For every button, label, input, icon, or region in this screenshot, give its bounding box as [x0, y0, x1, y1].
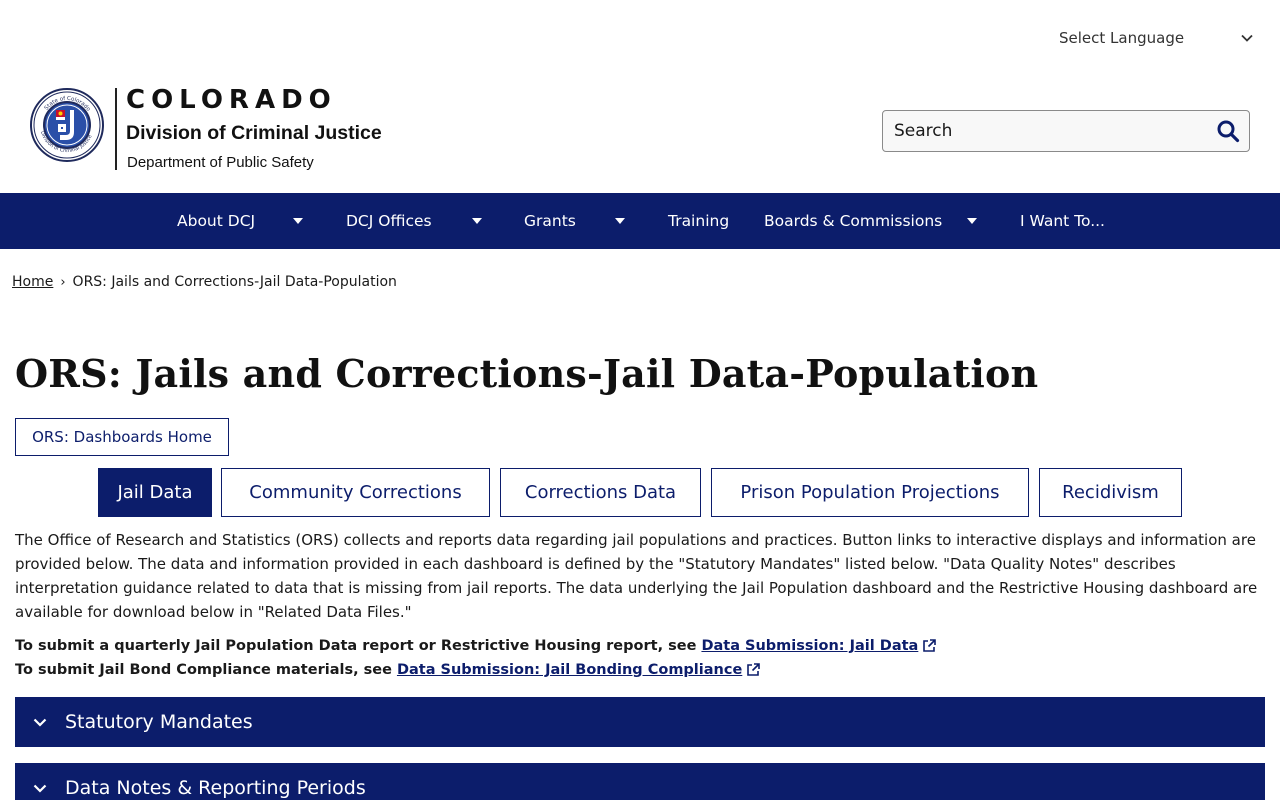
search-input[interactable] — [883, 112, 1203, 150]
tab-jail-data[interactable]: Jail Data — [98, 468, 212, 517]
search-icon[interactable] — [1216, 119, 1240, 143]
logo-state-name: COLORADO — [126, 85, 337, 115]
language-label: Select Language — [1059, 29, 1185, 47]
accordion-title: Data Notes & Reporting Periods — [65, 777, 366, 799]
chevron-down-icon — [15, 697, 65, 747]
submit-jail-data-text: To submit a quarterly Jail Population Da… — [15, 638, 697, 654]
nav-item-about-dcj[interactable]: About DCJ — [177, 193, 255, 249]
data-submission-jail-bonding-link-label: Data Submission: Jail Bonding Compliance — [396, 662, 743, 678]
chevron-down-icon — [1239, 30, 1255, 46]
caret-down-icon[interactable] — [470, 193, 484, 249]
external-link-icon — [747, 663, 761, 676]
intro-paragraph: The Office of Research and Statistics (O… — [15, 531, 1258, 621]
caret-down-icon[interactable] — [613, 193, 627, 249]
logo-department-name: Department of Public Safety — [127, 154, 314, 171]
search-box — [882, 110, 1250, 152]
caret-down-icon[interactable] — [291, 193, 305, 249]
breadcrumb: Home › ORS: Jails and Corrections-Jail D… — [12, 274, 397, 290]
tab-corrections-data[interactable]: Corrections Data — [500, 468, 701, 517]
nav-item-grants[interactable]: Grants — [524, 193, 576, 249]
language-selector[interactable]: Select Language — [1059, 27, 1255, 49]
logo-division-name: Division of Criminal Justice — [126, 122, 382, 144]
submit-bond-compliance-line: To submit Jail Bond Compliance materials… — [15, 662, 761, 678]
tab-recidivism[interactable]: Recidivism — [1039, 468, 1182, 517]
dashboards-home-button[interactable]: ORS: Dashboards Home — [15, 418, 229, 456]
submit-jail-data-line: To submit a quarterly Jail Population Da… — [15, 638, 937, 654]
page-title: ORS: Jails and Corrections-Jail Data-Pop… — [15, 351, 1039, 396]
accordion-title: Statutory Mandates — [65, 711, 253, 733]
data-submission-jail-bonding-link[interactable]: Data Submission: Jail Bonding Compliance — [396, 662, 761, 678]
dcj-seal-logo[interactable]: State of Colorado Division of Criminal J… — [30, 88, 104, 162]
breadcrumb-current: ORS: Jails and Corrections-Jail Data-Pop… — [72, 274, 397, 290]
accordion-data-notes-reporting-periods[interactable]: Data Notes & Reporting Periods — [15, 763, 1265, 800]
logo-divider — [115, 88, 117, 170]
submit-bond-compliance-text: To submit Jail Bond Compliance materials… — [15, 662, 392, 678]
breadcrumb-home-link[interactable]: Home — [12, 274, 53, 290]
data-submission-jail-data-link[interactable]: Data Submission: Jail Data — [701, 638, 937, 654]
nav-item-i-want-to[interactable]: I Want To... — [1020, 193, 1105, 249]
external-link-icon — [923, 639, 937, 652]
data-submission-jail-data-link-label: Data Submission: Jail Data — [701, 638, 919, 654]
breadcrumb-separator: › — [60, 274, 66, 290]
nav-item-training[interactable]: Training — [668, 193, 729, 249]
nav-item-dcj-offices[interactable]: DCJ Offices — [346, 193, 432, 249]
tab-prison-population-projections[interactable]: Prison Population Projections — [711, 468, 1029, 517]
nav-item-boards-commissions[interactable]: Boards & Commissions — [764, 193, 942, 249]
chevron-down-icon — [15, 763, 65, 800]
caret-down-icon[interactable] — [965, 193, 979, 249]
tab-community-corrections[interactable]: Community Corrections — [221, 468, 490, 517]
main-navigation: About DCJ DCJ Offices Grants Training Bo… — [0, 193, 1280, 249]
accordion-statutory-mandates[interactable]: Statutory Mandates — [15, 697, 1265, 747]
